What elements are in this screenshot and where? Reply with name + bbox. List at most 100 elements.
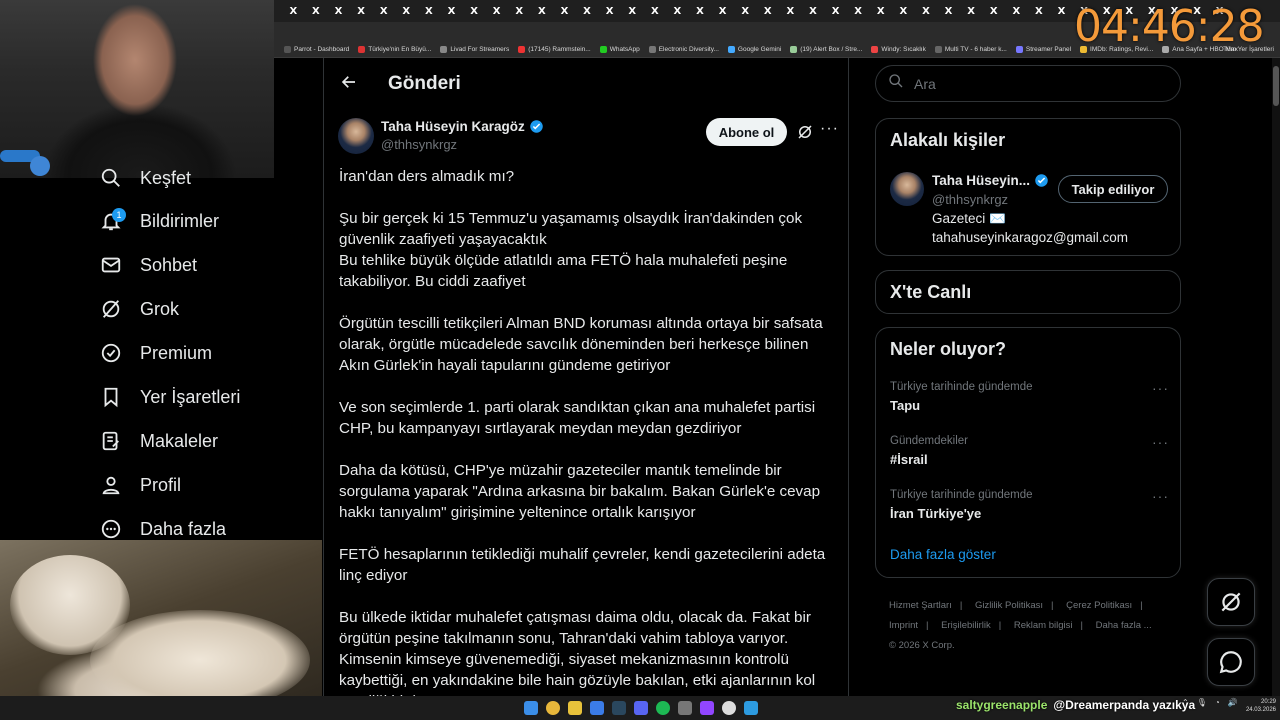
browser-tab[interactable]: X <box>869 2 892 20</box>
browser-tab[interactable]: X <box>847 2 870 20</box>
browser-tab[interactable]: X <box>485 2 508 20</box>
chevron-up-icon[interactable]: ⌃ <box>1182 698 1189 707</box>
nav-item-premium[interactable]: Premium <box>100 338 212 368</box>
windows-start-icon[interactable] <box>524 701 538 715</box>
browser-tab[interactable]: X <box>711 2 734 20</box>
browser-tab[interactable]: X <box>734 2 757 20</box>
browser-tab[interactable]: X <box>395 2 418 20</box>
trend-item[interactable]: #İsrail <box>890 452 928 467</box>
browser-tab[interactable]: X <box>576 2 599 20</box>
footer-link[interactable]: Gizlilik Politikası <box>975 600 1043 611</box>
browser-tab[interactable]: X <box>553 2 576 20</box>
folder-icon[interactable] <box>568 701 582 715</box>
x-live-card[interactable]: X'te Canlı <box>875 270 1181 314</box>
footer-link[interactable]: Imprint <box>889 620 918 631</box>
browser-tab[interactable]: X <box>463 2 486 20</box>
nav-item-bookmarks[interactable]: Yer İşaretleri <box>100 382 240 412</box>
related-user-name[interactable]: Taha Hüseyin... <box>932 173 1049 188</box>
browser-tab[interactable]: X <box>598 2 621 20</box>
browser-tab[interactable]: X <box>802 2 825 20</box>
bookmark-item[interactable]: Electronic Diversity... <box>648 46 719 53</box>
browser-tab[interactable]: X <box>756 2 779 20</box>
bookmark-item[interactable]: WhatsApp <box>599 46 640 53</box>
browser-tab[interactable]: X <box>350 2 373 20</box>
subscribe-button[interactable]: Abone ol <box>706 118 787 146</box>
nav-item-chat[interactable]: Sohbet <box>100 250 197 280</box>
browser-tab[interactable]: X <box>327 2 350 20</box>
following-button[interactable]: Takip ediliyor <box>1058 175 1168 203</box>
browser-tab[interactable]: X <box>937 2 960 20</box>
app-icon[interactable] <box>678 701 692 715</box>
footer-link[interactable]: Reklam bilgisi <box>1014 620 1073 631</box>
twitch-icon[interactable] <box>700 701 714 715</box>
volume-icon[interactable]: 🔊 <box>1228 698 1238 707</box>
browser-tab[interactable]: X <box>1050 2 1073 20</box>
browser-tab[interactable]: X <box>960 2 983 20</box>
footer-link[interactable]: Çerez Politikası <box>1066 600 1132 611</box>
system-clock[interactable]: 20:29 24.03.2026 <box>1240 698 1276 714</box>
browser-tab[interactable]: X <box>621 2 644 20</box>
nav-item-explore[interactable]: Keşfet <box>100 163 191 193</box>
bookmark-item[interactable]: Türkiye'nin En Büyü... <box>358 46 431 53</box>
footer-link[interactable]: Erişilebilirlik <box>941 620 991 631</box>
browser-tab[interactable]: X <box>644 2 667 20</box>
nav-item-articles[interactable]: Makaleler <box>100 426 218 456</box>
browser-tab[interactable]: X <box>440 2 463 20</box>
footer-link[interactable]: Hizmet Şartları <box>889 600 952 611</box>
author-name[interactable]: Taha Hüseyin Karagöz <box>381 119 544 134</box>
related-user-name-text[interactable]: Taha Hüseyin... <box>932 173 1030 188</box>
bookmark-item[interactable]: (17145) Rammstein... <box>518 46 591 53</box>
browser-tab[interactable]: X <box>915 2 938 20</box>
browser-tab[interactable]: X <box>305 2 328 20</box>
bookmark-item[interactable]: Multi TV - 6 haber k... <box>934 46 1007 53</box>
wifi-icon[interactable]: ◔ <box>1215 698 1220 707</box>
microphone-icon[interactable]: 🎙 <box>1197 698 1207 707</box>
browser-tab[interactable]: X <box>892 2 915 20</box>
obs-icon[interactable] <box>722 701 736 715</box>
avatar[interactable] <box>890 172 924 206</box>
browser-tab[interactable]: X <box>282 2 305 20</box>
bookmark-item[interactable]: Streamer Panel <box>1015 46 1071 53</box>
author-handle[interactable]: @thhsynkrgz <box>381 137 457 152</box>
browser-tab[interactable]: X <box>824 2 847 20</box>
search-bar[interactable] <box>875 65 1181 102</box>
show-more-link[interactable]: Daha fazla göster <box>890 547 996 562</box>
trend-item[interactable]: İran Türkiye'ye <box>890 506 981 521</box>
bookmark-item[interactable]: Windy: Sıcaklık <box>871 46 926 53</box>
spotify-icon[interactable] <box>656 701 670 715</box>
back-arrow-icon[interactable] <box>340 73 358 96</box>
nav-item-grok[interactable]: Grok <box>100 294 179 324</box>
related-user-handle[interactable]: @thhsynkrgz <box>932 192 1008 207</box>
nav-item-profile[interactable]: Profil <box>100 470 181 500</box>
footer-link[interactable]: Daha fazla ... <box>1096 620 1152 631</box>
trend-more-icon[interactable]: ··· <box>1152 434 1169 450</box>
grok-fab-button[interactable] <box>1207 578 1255 626</box>
browser-tab[interactable]: X <box>372 2 395 20</box>
browser-tab[interactable]: X <box>1005 2 1028 20</box>
browser-tab[interactable]: X <box>666 2 689 20</box>
steam-icon[interactable] <box>612 701 626 715</box>
browser-tab[interactable]: X <box>508 2 531 20</box>
search-input[interactable] <box>914 75 1154 92</box>
nav-item-notifications[interactable]: 1 Bildirimler <box>100 206 219 236</box>
browser-tab[interactable]: X <box>689 2 712 20</box>
trend-more-icon[interactable]: ··· <box>1152 380 1169 396</box>
trend-item[interactable]: Tapu <box>890 398 920 413</box>
browser-tab[interactable]: X <box>418 2 441 20</box>
browser-tab[interactable]: X <box>531 2 554 20</box>
browser-tab[interactable]: X <box>1028 2 1051 20</box>
scrollbar[interactable] <box>1272 58 1280 696</box>
avatar[interactable] <box>338 118 374 154</box>
bookmark-item[interactable]: (19) Alert Box / Stre... <box>790 46 862 53</box>
author-name-text[interactable]: Taha Hüseyin Karagöz <box>381 119 525 134</box>
more-options-icon[interactable]: ··· <box>820 120 839 138</box>
discord-icon[interactable] <box>634 701 648 715</box>
bookmark-item[interactable]: Parrot - Dashboard <box>284 46 349 53</box>
grok-icon[interactable] <box>796 123 814 141</box>
app-icon[interactable] <box>590 701 604 715</box>
browser-tab[interactable]: X <box>779 2 802 20</box>
trend-more-icon[interactable]: ··· <box>1152 488 1169 504</box>
bookmark-item[interactable]: Livad For Streamers <box>440 46 509 53</box>
bookmark-item[interactable]: Google Gemini <box>727 46 781 53</box>
chrome-icon[interactable] <box>546 701 560 715</box>
